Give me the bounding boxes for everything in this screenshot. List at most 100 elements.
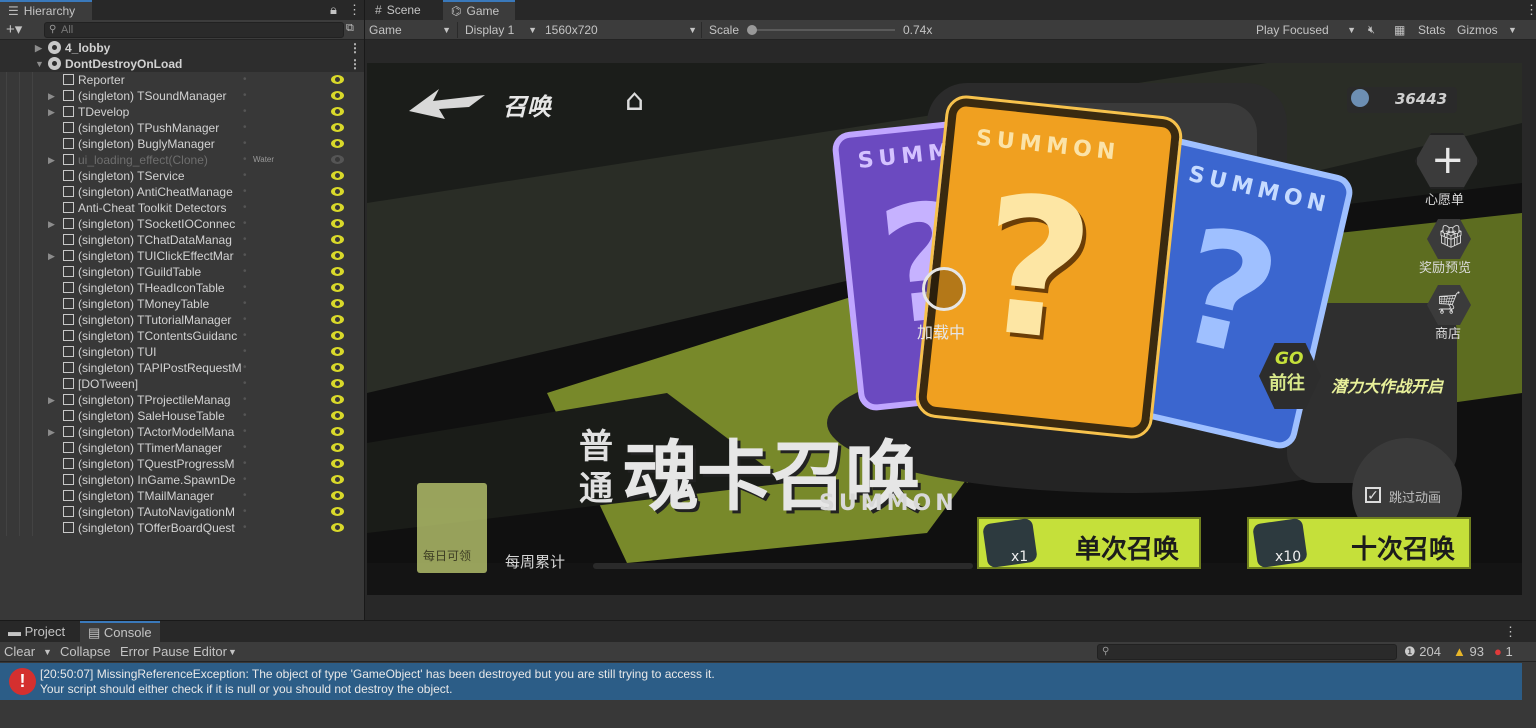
- hierarchy-item[interactable]: (singleton) InGame.SpawnDe •: [0, 472, 364, 488]
- visibility-eye-icon[interactable]: [331, 395, 344, 404]
- tab-scene[interactable]: # Scene: [367, 0, 441, 20]
- hierarchy-item[interactable]: (singleton) TUI •: [0, 344, 364, 360]
- scale-slider-knob[interactable]: [747, 25, 757, 35]
- hierarchy-item[interactable]: ▶ ui_loading_effect(Clone) • Water: [0, 152, 364, 168]
- mute-audio-icon[interactable]: 🔇︎: [1368, 20, 1375, 40]
- hierarchy-item[interactable]: (singleton) SaleHouseTable •: [0, 408, 364, 424]
- console-log-entry[interactable]: ! [20:50:07] MissingReferenceException: …: [0, 663, 1522, 700]
- hierarchy-item[interactable]: (singleton) TContentsGuidanc •: [0, 328, 364, 344]
- tab-console[interactable]: ▤ Console: [80, 621, 160, 642]
- more-options-icon[interactable]: ⋮: [348, 2, 361, 18]
- console-search-input[interactable]: ⚲: [1097, 644, 1397, 660]
- hierarchy-item[interactable]: (singleton) TTimerManager •: [0, 440, 364, 456]
- hierarchy-item[interactable]: (singleton) TMailManager •: [0, 488, 364, 504]
- visibility-eye-icon[interactable]: [331, 347, 344, 356]
- editor-dropdown[interactable]: Editor: [193, 642, 227, 662]
- visibility-eye-icon[interactable]: [331, 267, 344, 276]
- wishlist-button[interactable]: + 心愿单: [1413, 133, 1481, 208]
- hierarchy-item[interactable]: (singleton) TService •: [0, 168, 364, 184]
- currency-display[interactable]: 36443: [1347, 87, 1457, 113]
- visibility-eye-icon[interactable]: [331, 379, 344, 388]
- tab-project[interactable]: ▬ Project: [0, 621, 73, 642]
- hierarchy-item[interactable]: Reporter •: [0, 72, 364, 88]
- visibility-eye-icon[interactable]: [331, 203, 344, 212]
- hierarchy-item[interactable]: (singleton) TMoneyTable •: [0, 296, 364, 312]
- hierarchy-item[interactable]: ▶ (singleton) TUIClickEffectMar •: [0, 248, 364, 264]
- tab-hierarchy[interactable]: ☰ Hierarchy: [0, 0, 92, 20]
- game-view[interactable]: SUMMON ? SUMMON ? SUMMON ? 召唤 ⌂ 36443 + …: [367, 63, 1522, 595]
- expand-arrow-icon[interactable]: ▶: [48, 248, 55, 264]
- hierarchy-item[interactable]: ▶ (singleton) TActorModelMana •: [0, 424, 364, 440]
- hierarchy-item[interactable]: ▶ TDevelop •: [0, 104, 364, 120]
- visibility-eye-icon[interactable]: [331, 459, 344, 468]
- visibility-eye-icon[interactable]: [331, 251, 344, 260]
- visibility-eye-icon[interactable]: [331, 187, 344, 196]
- collapse-button[interactable]: Collapse: [60, 642, 111, 662]
- visibility-eye-icon[interactable]: [331, 155, 344, 164]
- more-options-icon[interactable]: ⋮: [1504, 624, 1517, 640]
- expand-arrow-icon[interactable]: ▶: [48, 152, 55, 168]
- visibility-eye-icon[interactable]: [331, 75, 344, 84]
- scene-visibility-icon[interactable]: ⧉: [346, 22, 354, 35]
- error-count-toggle[interactable]: ● 1: [1494, 642, 1513, 662]
- clear-options-chevron-icon[interactable]: ▼: [43, 642, 52, 662]
- clear-button[interactable]: Clear: [4, 642, 35, 662]
- back-arrow-icon[interactable]: [409, 83, 487, 123]
- hierarchy-item[interactable]: (singleton) TQuestProgressM •: [0, 456, 364, 472]
- collapse-arrow-icon[interactable]: ▼: [35, 56, 44, 72]
- chevron-down-icon[interactable]: ▼: [228, 642, 237, 662]
- resolution-dropdown[interactable]: 1560x720 ▼: [541, 20, 701, 40]
- visibility-eye-icon[interactable]: [331, 299, 344, 308]
- hierarchy-item[interactable]: (singleton) TGuildTable •: [0, 264, 364, 280]
- stats-button[interactable]: Stats: [1418, 20, 1445, 40]
- scale-slider[interactable]: [749, 29, 895, 31]
- hierarchy-item[interactable]: (singleton) TOfferBoardQuest •: [0, 520, 364, 536]
- hierarchy-item[interactable]: Anti-Cheat Toolkit Detectors •: [0, 200, 364, 216]
- display-dropdown[interactable]: Display 1 ▼: [461, 20, 541, 40]
- error-pause-button[interactable]: Error Pause: [120, 642, 189, 662]
- hierarchy-item[interactable]: ▶ (singleton) TSocketIOConnec •: [0, 216, 364, 232]
- shop-button[interactable]: 🛒︎ 商店: [1423, 285, 1479, 342]
- chevron-down-icon[interactable]: ▼: [1508, 20, 1517, 40]
- aspect-grid-icon[interactable]: ▦: [1394, 20, 1405, 40]
- visibility-eye-icon[interactable]: [331, 91, 344, 100]
- play-mode-dropdown[interactable]: Play Focused ▼: [1252, 20, 1360, 40]
- hierarchy-item[interactable]: [DOTween] •: [0, 376, 364, 392]
- rewards-preview-button[interactable]: 🎁︎ 奖励预览: [1417, 219, 1487, 276]
- hierarchy-item[interactable]: (singleton) THeadIconTable •: [0, 280, 364, 296]
- hierarchy-search-input[interactable]: ⚲ All: [44, 22, 344, 38]
- event-banner[interactable]: GO 前往 潜力大作战开启: [1259, 343, 1459, 413]
- scene-row-lobby[interactable]: ▶ 4_lobby ⋮: [0, 40, 364, 56]
- visibility-eye-icon[interactable]: [331, 331, 344, 340]
- hierarchy-item[interactable]: (singleton) AntiCheatManage •: [0, 184, 364, 200]
- expand-arrow-icon[interactable]: ▶: [48, 104, 55, 120]
- visibility-eye-icon[interactable]: [331, 107, 344, 116]
- scene-menu-icon[interactable]: ⋮: [349, 56, 361, 72]
- visibility-eye-icon[interactable]: [331, 139, 344, 148]
- visibility-eye-icon[interactable]: [331, 123, 344, 132]
- hierarchy-item[interactable]: ▶ (singleton) TProjectileManag •: [0, 392, 364, 408]
- visibility-eye-icon[interactable]: [331, 491, 344, 500]
- single-summon-button[interactable]: x1 单次召唤: [977, 517, 1201, 569]
- hierarchy-item[interactable]: (singleton) TAutoNavigationM •: [0, 504, 364, 520]
- hierarchy-item[interactable]: (singleton) BuglyManager •: [0, 136, 364, 152]
- tab-game[interactable]: ⌬ Game: [443, 0, 515, 20]
- hierarchy-item[interactable]: (singleton) TTutorialManager •: [0, 312, 364, 328]
- lock-icon[interactable]: 🔒︎: [330, 2, 337, 18]
- expand-arrow-icon[interactable]: ▶: [48, 88, 55, 104]
- visibility-eye-icon[interactable]: [331, 523, 344, 532]
- visibility-eye-icon[interactable]: [331, 507, 344, 516]
- daily-reward-card[interactable]: 每日可领: [417, 483, 487, 573]
- add-icon[interactable]: +▾: [6, 20, 22, 39]
- scene-menu-icon[interactable]: ⋮: [349, 40, 361, 56]
- more-options-icon[interactable]: ⋮: [1525, 2, 1536, 18]
- expand-arrow-icon[interactable]: ▶: [48, 216, 55, 232]
- visibility-eye-icon[interactable]: [331, 475, 344, 484]
- visibility-eye-icon[interactable]: [331, 235, 344, 244]
- expand-arrow-icon[interactable]: ▶: [48, 392, 55, 408]
- hierarchy-item[interactable]: (singleton) TChatDataManag •: [0, 232, 364, 248]
- ten-summon-button[interactable]: x10 十次召唤: [1247, 517, 1471, 569]
- visibility-eye-icon[interactable]: [331, 427, 344, 436]
- expand-arrow-icon[interactable]: ▶: [35, 40, 42, 56]
- visibility-eye-icon[interactable]: [331, 443, 344, 452]
